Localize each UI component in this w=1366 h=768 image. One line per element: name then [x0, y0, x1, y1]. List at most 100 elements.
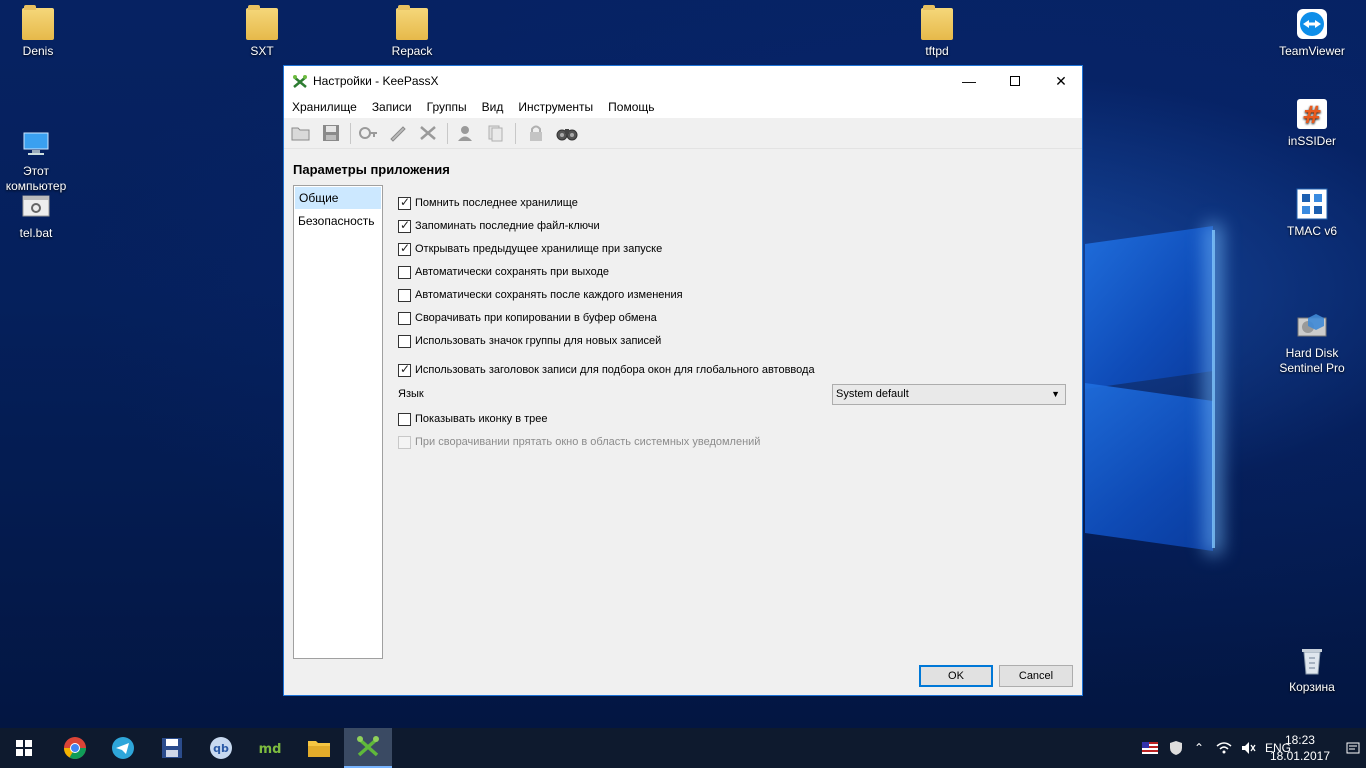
save-database-icon: [323, 125, 339, 141]
language-select[interactable]: System default ▼: [832, 384, 1066, 405]
inssider-icon: #: [1296, 98, 1328, 130]
checkbox[interactable]: [398, 218, 411, 233]
clock-time: 18:23: [1284, 733, 1315, 747]
title-bar[interactable]: Настройки - KeePassX — ✕: [284, 66, 1082, 96]
checkbox[interactable]: [398, 412, 411, 426]
cancel-button[interactable]: Cancel: [999, 665, 1073, 687]
desktop-icon-tftpd[interactable]: tftpd: [899, 5, 975, 59]
clock[interactable]: 18:23 18.01.2017: [1270, 732, 1330, 764]
svg-text:#: #: [1302, 101, 1322, 129]
settings-sidebar: Общие Безопасность: [293, 185, 383, 659]
maximize-button[interactable]: [992, 66, 1038, 96]
chevron-up-icon[interactable]: ⌃: [1194, 728, 1204, 768]
taskbar-save[interactable]: [148, 728, 196, 768]
checkbox[interactable]: [398, 195, 411, 210]
delete-entry-button[interactable]: [417, 122, 439, 144]
option-remember-last-db[interactable]: Помнить последнее хранилище: [398, 195, 578, 211]
page-title: Параметры приложения: [293, 162, 450, 177]
save-database-button[interactable]: [320, 122, 342, 144]
ok-button[interactable]: OK: [919, 665, 993, 687]
desktop-icon-tmac[interactable]: TMAC v6: [1274, 188, 1350, 239]
sidebar-item-security[interactable]: Безопасность: [294, 210, 382, 232]
option-label: Автоматически сохранять при выходе: [415, 266, 609, 278]
option-open-previous-db[interactable]: Открывать предыдущее хранилище при запус…: [398, 241, 662, 257]
desktop-icon-teamviewer[interactable]: TeamViewer: [1274, 8, 1350, 59]
toolbar-separator: [447, 123, 448, 144]
svg-text:qb: qb: [213, 742, 229, 755]
checkbox[interactable]: [398, 241, 411, 256]
flag-icon[interactable]: [1142, 728, 1158, 768]
edit-entry-button[interactable]: [387, 122, 409, 144]
taskbar-qbittorrent[interactable]: qb: [197, 728, 245, 768]
desktop-icon-label: Repack: [391, 44, 433, 58]
desktop-icon-recycle-bin[interactable]: Корзина: [1274, 644, 1350, 695]
teamviewer-icon: [1296, 8, 1328, 40]
add-entry-icon: [359, 127, 377, 139]
batch-file-icon: [20, 190, 52, 222]
svg-text:md: md: [259, 742, 282, 757]
checkbox[interactable]: [398, 265, 411, 279]
volume-icon[interactable]: [1240, 728, 1256, 768]
option-label: При сворачивании прятать окно в область …: [415, 436, 761, 448]
telegram-icon: [112, 737, 134, 759]
menu-help[interactable]: Помощь: [602, 100, 660, 114]
desktop-icon-tel-bat[interactable]: tel.bat: [0, 190, 74, 241]
computer-icon: [20, 113, 52, 155]
checkbox[interactable]: [398, 334, 411, 348]
copy-username-icon: [458, 126, 472, 141]
settings-window: Настройки - KeePassX — ✕ Хранилище Запис…: [283, 65, 1083, 696]
menu-tools[interactable]: Инструменты: [512, 100, 599, 114]
open-database-icon: [291, 127, 310, 141]
lock-button[interactable]: [525, 122, 547, 144]
toolbar-separator: [350, 123, 351, 144]
hard-disk-icon: [1296, 295, 1328, 337]
desktop-icon-repack[interactable]: Repack: [374, 5, 450, 59]
taskbar-keepassx[interactable]: [344, 728, 392, 768]
delete-entry-icon: [420, 126, 436, 140]
copy-username-button[interactable]: [454, 122, 476, 144]
add-entry-button[interactable]: [357, 122, 379, 144]
desktop-icon-inssider[interactable]: # inSSIDer: [1274, 98, 1350, 149]
desktop-icon-label: Hard Disk Sentinel Pro: [1279, 346, 1345, 375]
checkbox[interactable]: [398, 311, 411, 325]
wifi-icon[interactable]: [1216, 728, 1232, 768]
option-autosave-after-change[interactable]: Автоматически сохранять после каждого из…: [398, 287, 683, 303]
start-button[interactable]: [0, 728, 48, 768]
sidebar-item-general[interactable]: Общие: [295, 187, 381, 209]
minimize-button[interactable]: —: [946, 66, 992, 96]
taskbar-explorer[interactable]: [295, 728, 343, 768]
option-minimize-on-copy[interactable]: Сворачивать при копировании в буфер обме…: [398, 310, 657, 326]
menu-database[interactable]: Хранилище: [286, 100, 363, 114]
open-database-button[interactable]: [290, 122, 312, 144]
qbittorrent-icon: qb: [210, 737, 232, 759]
option-use-entry-title-autotype[interactable]: Использовать заголовок записи для подбор…: [398, 362, 815, 378]
checkbox: [398, 435, 411, 449]
checkbox[interactable]: [398, 288, 411, 302]
tmac-icon: [1296, 188, 1328, 220]
desktop-icon-hard-disk-sentinel[interactable]: Hard Disk Sentinel Pro: [1274, 280, 1350, 391]
option-use-group-icon[interactable]: Использовать значок группы для новых зап…: [398, 333, 661, 349]
desktop-icon-label: Корзина: [1289, 680, 1335, 694]
taskbar-markdown[interactable]: md: [246, 728, 294, 768]
copy-password-button[interactable]: [484, 122, 506, 144]
option-remember-key-files[interactable]: Запоминать последние файл-ключи: [398, 218, 600, 234]
option-show-tray-icon[interactable]: Показывать иконку в трее: [398, 411, 548, 427]
notifications-icon[interactable]: [1346, 728, 1360, 768]
desktop-icon-sxt[interactable]: SXT: [224, 5, 300, 59]
option-autosave-on-exit[interactable]: Автоматически сохранять при выходе: [398, 264, 609, 280]
menu-view[interactable]: Вид: [476, 100, 510, 114]
menu-groups[interactable]: Группы: [421, 100, 473, 114]
minimize-icon: —: [962, 73, 976, 89]
checkbox[interactable]: [398, 362, 411, 377]
start-icon: [16, 740, 32, 756]
search-button[interactable]: [556, 122, 578, 144]
desktop-icon-denis[interactable]: Denis: [0, 5, 76, 59]
taskbar-telegram[interactable]: [99, 728, 147, 768]
folder-icon: [246, 5, 278, 40]
language-label: Язык: [398, 388, 424, 400]
menu-entries[interactable]: Записи: [366, 100, 418, 114]
taskbar-chrome[interactable]: [51, 728, 99, 768]
option-label: Сворачивать при копировании в буфер обме…: [415, 312, 657, 324]
close-button[interactable]: ✕: [1038, 66, 1084, 96]
shield-icon[interactable]: [1168, 728, 1184, 768]
